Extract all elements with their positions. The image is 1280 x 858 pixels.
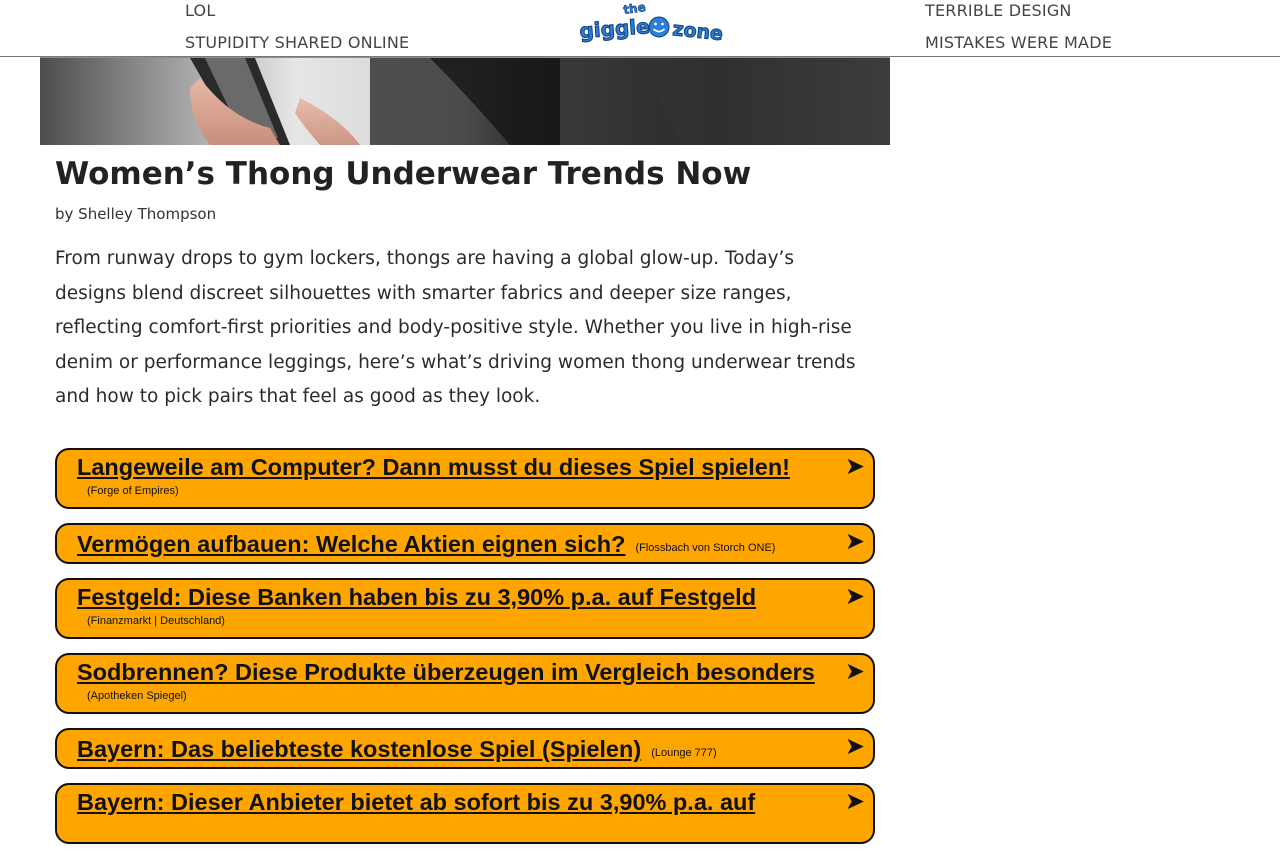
ad-title[interactable]: Langeweile am Computer? Dann musst du di… <box>77 452 829 482</box>
sponsored-links: Langeweile am Computer? Dann musst du di… <box>55 448 875 858</box>
smiley-icon <box>648 16 670 38</box>
arrow-right-icon: ➤ <box>844 582 865 610</box>
hero-photo-illustration <box>40 58 890 145</box>
ad-source: (Finanzmarkt | Deutschland) <box>87 615 225 627</box>
arrow-right-icon: ➤ <box>844 732 865 760</box>
ad-title[interactable]: Vermögen aufbauen: Welche Aktien eignen … <box>77 531 625 557</box>
ad-line: Vermögen aufbauen: Welche Aktien eignen … <box>77 527 829 562</box>
hero-image <box>40 56 890 145</box>
site-logo[interactable]: the giggle zone <box>578 0 738 46</box>
arrow-right-icon: ➤ <box>844 452 865 480</box>
article-intro: From runway drops to gym lockers, thongs… <box>55 248 856 407</box>
ad-source: (Forge of Empires) <box>87 485 179 497</box>
nav-link-terrible-design[interactable]: TERRIBLE DESIGN <box>925 1 1072 21</box>
ad-title[interactable]: Bayern: Dieser Anbieter bietet ab sofort… <box>77 787 829 817</box>
article: Women’s Thong Underwear Trends Now by Sh… <box>55 150 875 415</box>
logo-word-zone: zone <box>671 18 724 45</box>
ad-link[interactable]: Vermögen aufbauen: Welche Aktien eignen … <box>55 523 875 564</box>
ad-link[interactable]: Sodbrennen? Diese Produkte überzeugen im… <box>55 653 875 714</box>
ad-source: (Flossbach von Storch ONE) <box>635 541 776 554</box>
nav-link-lol[interactable]: LOL <box>185 1 215 21</box>
arrow-right-icon: ➤ <box>844 787 865 815</box>
ad-source: (Lounge 777) <box>651 746 717 759</box>
ad-link[interactable]: Festgeld: Diese Banken haben bis zu 3,90… <box>55 578 875 639</box>
logo-word-giggle: giggle <box>579 14 651 43</box>
arrow-right-icon: ➤ <box>844 527 865 555</box>
article-byline: by Shelley Thompson <box>55 205 217 223</box>
ad-link[interactable]: Bayern: Dieser Anbieter bietet ab sofort… <box>55 783 875 844</box>
ad-title[interactable]: Sodbrennen? Diese Produkte überzeugen im… <box>77 657 829 687</box>
nav-link-stupidity-shared-online[interactable]: STUPIDITY SHARED ONLINE <box>185 33 409 53</box>
ad-link[interactable]: Bayern: Das beliebteste kostenlose Spiel… <box>55 728 875 769</box>
site-header: LOL STUPIDITY SHARED ONLINE the giggle z… <box>0 0 1280 57</box>
nav-link-mistakes-were-made[interactable]: MISTAKES WERE MADE <box>925 33 1112 53</box>
ad-title[interactable]: Festgeld: Diese Banken haben bis zu 3,90… <box>77 582 829 612</box>
ad-title[interactable]: Bayern: Das beliebteste kostenlose Spiel… <box>77 736 641 762</box>
article-title: Women’s Thong Underwear Trends Now <box>55 156 752 192</box>
ad-line: Bayern: Das beliebteste kostenlose Spiel… <box>77 732 829 767</box>
ad-source: (Apotheken Spiegel) <box>87 690 187 702</box>
ad-link[interactable]: Langeweile am Computer? Dann musst du di… <box>55 448 875 509</box>
arrow-right-icon: ➤ <box>844 657 865 685</box>
